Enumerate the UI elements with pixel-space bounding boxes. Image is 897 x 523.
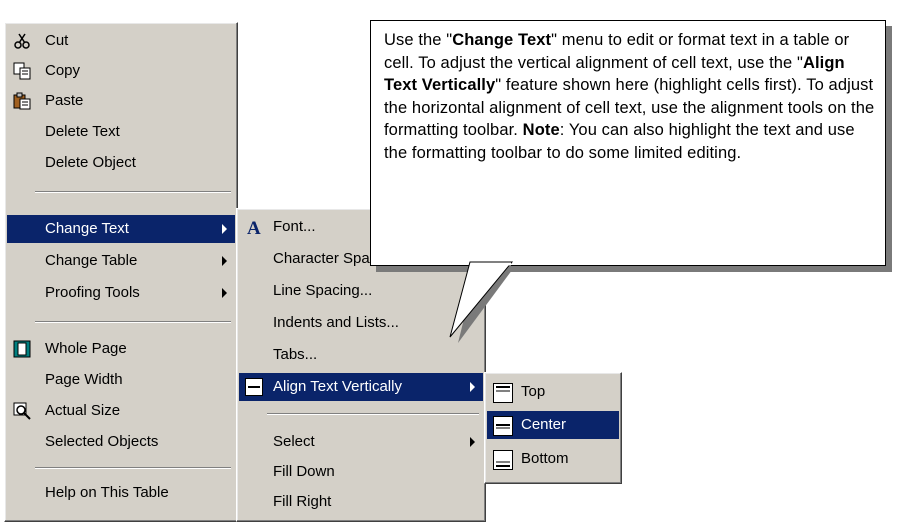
menu-item-label: Select [273, 433, 315, 450]
menu-item-proofing-tools[interactable]: Proofing Tools [7, 279, 235, 307]
menu-item-label: Proofing Tools [45, 284, 140, 301]
menu-item-label: Whole Page [45, 340, 127, 357]
menu-item-delete-text[interactable]: Delete Text [7, 118, 235, 146]
menu-item-bottom[interactable]: Bottom [487, 445, 619, 473]
submenu-arrow-icon [222, 224, 227, 234]
menu-item-label: Paste [45, 92, 84, 109]
menu-item-label: Actual Size [45, 402, 121, 419]
menu-item-indents-and-lists[interactable]: Indents and Lists... [239, 309, 483, 337]
svg-text:A: A [247, 218, 261, 236]
menu-item-change-table[interactable]: Change Table [7, 247, 235, 275]
menu-item-whole-page[interactable]: Whole Page [7, 335, 235, 363]
menu-item-delete-object[interactable]: Delete Object [7, 149, 235, 177]
menu-item-change-text[interactable]: Change Text [7, 215, 235, 243]
menu-item-label: Top [521, 383, 546, 400]
menu-item-paste[interactable]: Paste [7, 87, 235, 115]
menu-item-fill-down[interactable]: Fill Down [239, 458, 483, 486]
menu-separator [35, 467, 231, 469]
menu-item-label: Font... [273, 218, 316, 235]
menu-separator [267, 413, 479, 415]
menu-item-align-text-vertically[interactable]: Align Text Vertically [239, 373, 483, 401]
menu-item-label: Page Width [45, 371, 123, 388]
menu-item-label: Fill Down [273, 463, 335, 480]
menu-item-label: Copy [45, 62, 81, 79]
menu-item-label: Selected Objects [45, 433, 159, 450]
menu-item-selected-objects[interactable]: Selected Objects [7, 428, 235, 456]
menu-item-label: Tabs... [273, 346, 318, 363]
menu-item-tabs[interactable]: Tabs... [239, 341, 483, 369]
menu-item-label: Delete Object [45, 154, 136, 171]
copy-icon [13, 62, 31, 80]
callout-bold-note: Note [522, 121, 560, 139]
menu-item-label: Center [521, 416, 567, 433]
menu-item-label: Fill Right [273, 493, 332, 510]
submenu-arrow-icon [222, 256, 227, 266]
menu-item-copy[interactable]: Copy [7, 57, 235, 85]
menu-item-center[interactable]: Center [487, 411, 619, 439]
menu-item-label: Cut [45, 32, 69, 49]
whole-page-icon [13, 340, 31, 358]
align-bottom-icon [493, 450, 513, 470]
paste-icon [13, 92, 31, 110]
menu-item-top[interactable]: Top [487, 378, 619, 406]
menu-item-page-width[interactable]: Page Width [7, 366, 235, 394]
font-a-icon: A [245, 218, 263, 239]
align-center-icon [493, 416, 513, 436]
menu-item-select[interactable]: Select [239, 428, 483, 456]
menu-item-label: Help on This Table [45, 484, 169, 501]
submenu-arrow-icon [470, 382, 475, 392]
menu-item-help-on-this-table[interactable]: Help on This Table [7, 479, 235, 507]
menu-item-label: Bottom [521, 450, 569, 467]
menu-item-actual-size[interactable]: Actual Size [7, 397, 235, 425]
submenu-arrow-icon [470, 437, 475, 447]
menu-item-fill-right[interactable]: Fill Right [239, 488, 483, 516]
scissors-icon [13, 32, 31, 50]
align-text-vertically-submenu: Top Center Bottom [484, 372, 622, 484]
callout-bold-change-text: Change Text [452, 31, 552, 49]
callout-text-part: Use the " [384, 31, 453, 49]
align-top-icon [493, 383, 513, 403]
menu-item-label: Line Spacing... [273, 282, 373, 299]
zoom-icon [13, 402, 31, 420]
menu-item-label: Indents and Lists... [273, 314, 399, 331]
menu-separator [35, 191, 231, 193]
menu-item-label: Change Text [45, 220, 129, 237]
callout-box: Use the "Change Text" menu to edit or fo… [370, 20, 886, 266]
menu-item-label: Delete Text [45, 123, 120, 140]
menu-item-line-spacing[interactable]: Line Spacing... [239, 277, 483, 305]
menu-item-label: Align Text Vertically [273, 378, 402, 395]
callout-text: Use the "Change Text" menu to edit or fo… [384, 29, 877, 164]
submenu-arrow-icon [222, 288, 227, 298]
menu-separator [35, 321, 231, 323]
menu-item-label: Change Table [45, 252, 138, 269]
align-vertical-icon [245, 378, 263, 396]
menu-item-cut[interactable]: Cut [7, 27, 235, 55]
context-menu: Cut Copy Paste Delete Text Delete Object… [4, 22, 238, 522]
